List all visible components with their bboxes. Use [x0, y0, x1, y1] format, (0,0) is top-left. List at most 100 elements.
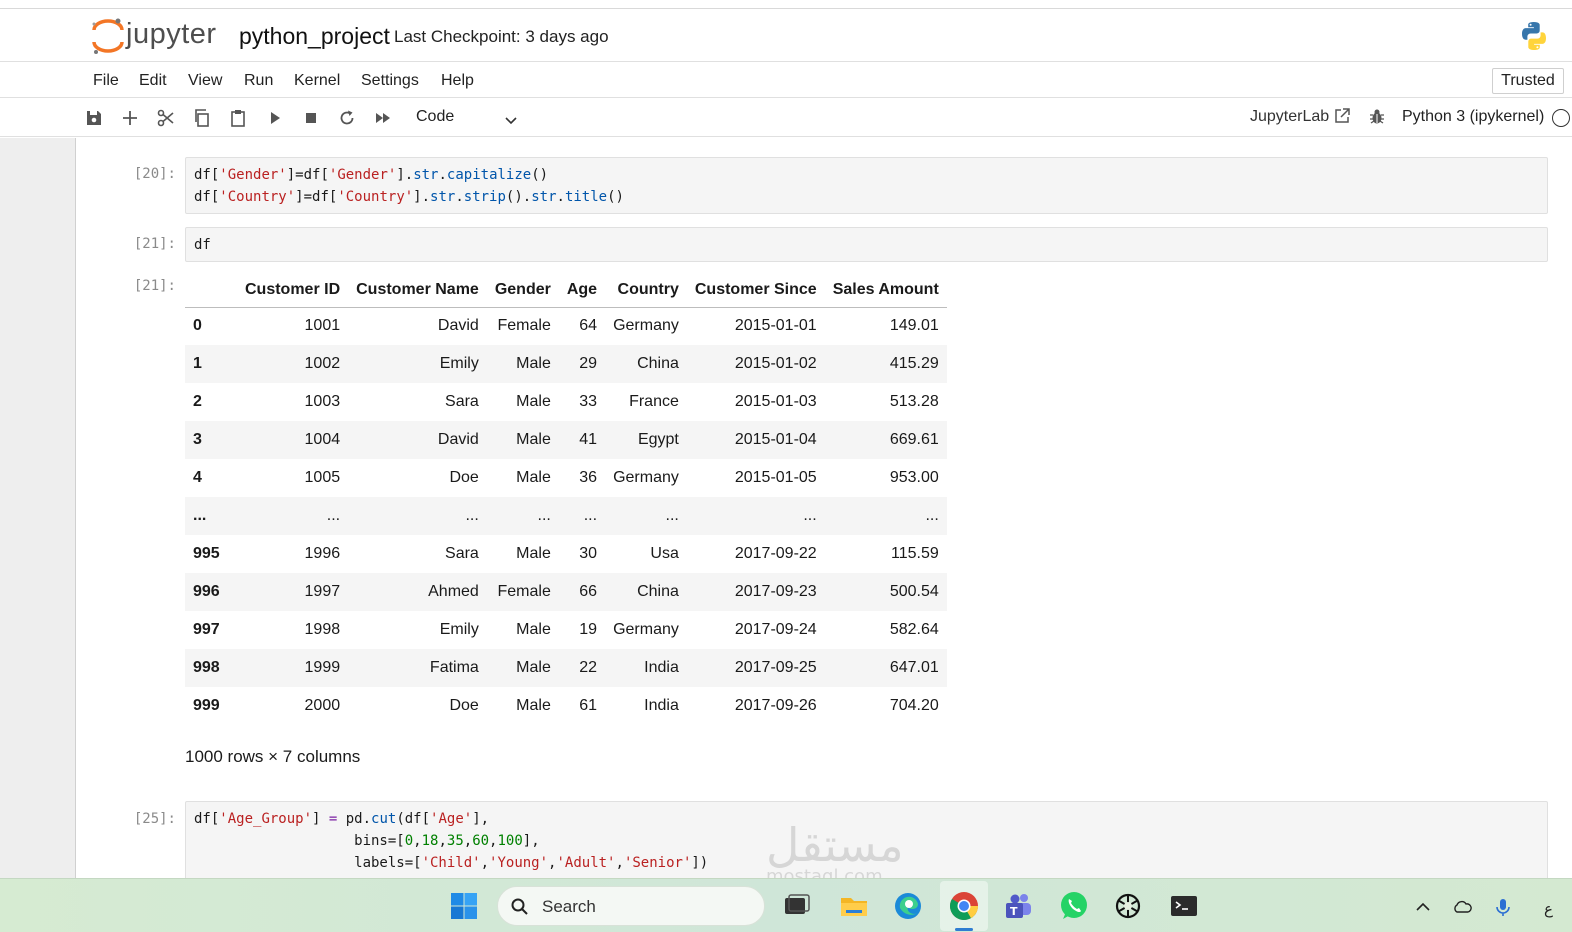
- table-cell: Doe: [449, 697, 479, 714]
- notebook-toolbar: Code JupyterLab Python 3 (ipykernel): [0, 99, 1572, 137]
- cut-icon[interactable]: [156, 108, 176, 128]
- table-cell: Male: [516, 393, 551, 410]
- menu-kernel[interactable]: Kernel: [294, 72, 340, 90]
- external-link-icon[interactable]: [1333, 107, 1351, 125]
- open-jupyterlab-link[interactable]: JupyterLab: [1250, 108, 1329, 126]
- table-cell: Germany: [613, 317, 679, 335]
- table-cell: 704.20: [889, 697, 939, 714]
- notebook-area: [20]: df['Gender']=df['Gender'].str.capi…: [0, 138, 1572, 878]
- table-cell: Male: [516, 659, 551, 676]
- menu-view[interactable]: View: [188, 72, 222, 90]
- menu-file[interactable]: File: [93, 72, 119, 90]
- dataframe-shape: 1000 rows × 7 columns: [185, 747, 361, 766]
- table-cell: 2015-01-04: [734, 431, 817, 448]
- fast-forward-icon[interactable]: [373, 108, 393, 128]
- column-header-index: [185, 273, 237, 307]
- table-cell: 1005: [304, 469, 341, 486]
- table-cell: 1003: [304, 393, 341, 410]
- kernel-status-icon: [1552, 109, 1570, 127]
- cell-20-code[interactable]: df['Gender']=df['Gender'].str.capitalize…: [186, 158, 1547, 214]
- table-cell: Ahmed: [428, 583, 479, 600]
- table-cell: 33: [579, 393, 598, 410]
- row-index: 3: [193, 431, 202, 448]
- table-cell: 647.01: [889, 659, 939, 676]
- table-cell: 1997: [304, 583, 341, 600]
- restart-icon[interactable]: [337, 108, 357, 128]
- chevron-down-icon[interactable]: [503, 112, 519, 128]
- save-icon[interactable]: [84, 108, 104, 128]
- table-cell: 669.61: [889, 431, 939, 448]
- task-view-icon[interactable]: [781, 890, 813, 922]
- terminal-icon[interactable]: [1168, 890, 1200, 922]
- table-cell: 149.01: [889, 317, 939, 335]
- copy-icon[interactable]: [192, 108, 212, 128]
- search-placeholder: Search: [542, 897, 596, 916]
- chatgpt-icon[interactable]: [1112, 890, 1144, 922]
- table-cell: 22: [579, 659, 598, 676]
- menu-edit[interactable]: Edit: [139, 72, 167, 90]
- windows-start-icon[interactable]: [448, 890, 480, 922]
- table-cell: 2017-09-22: [734, 545, 817, 562]
- table-cell: 582.64: [889, 621, 939, 638]
- folder-icon[interactable]: [838, 890, 870, 922]
- table-cell: India: [644, 659, 679, 676]
- column-header: Sales Amount: [832, 280, 939, 298]
- row-index: 998: [193, 659, 220, 676]
- row-index: 997: [193, 621, 220, 638]
- table-cell: 36: [579, 469, 598, 486]
- row-index: ...: [193, 507, 207, 524]
- cell-21-output-prompt: [21]:: [133, 278, 176, 294]
- table-row: 996 1997 Ahmed Female 66 China 2017-09-23 500.5…: [185, 573, 947, 611]
- table-cell: 1996: [304, 545, 341, 562]
- trusted-indicator[interactable]: Trusted: [1492, 68, 1564, 94]
- table-cell: 1004: [304, 431, 341, 448]
- table-cell: 2017-09-25: [734, 659, 817, 676]
- table-cell: 2015-01-05: [734, 469, 817, 486]
- input-language-indicator[interactable]: ع: [1544, 900, 1553, 918]
- chrome-icon[interactable]: [948, 890, 980, 922]
- column-header: Age: [566, 280, 598, 298]
- menu-run[interactable]: Run: [244, 72, 273, 90]
- table-cell: Male: [516, 355, 551, 372]
- cell-type-select[interactable]: Code: [416, 108, 454, 126]
- chevron-up-icon[interactable]: [1413, 897, 1433, 917]
- table-cell: Female: [497, 317, 551, 335]
- cell-20-input[interactable]: df['Gender']=df['Gender'].str.capitalize…: [185, 157, 1548, 214]
- teams-icon[interactable]: T: [1002, 890, 1034, 922]
- table-cell: 2000: [304, 697, 341, 714]
- table-cell: Fatima: [429, 659, 479, 676]
- onedrive-cloud-icon[interactable]: [1452, 897, 1472, 917]
- kernel-name[interactable]: Python 3 (ipykernel): [1402, 108, 1544, 126]
- add-cell-icon[interactable]: [120, 108, 140, 128]
- cell-21-code[interactable]: df: [186, 228, 1547, 262]
- search-highlight-image: [703, 890, 761, 924]
- column-header: Country: [617, 280, 679, 298]
- table-cell: China: [637, 355, 679, 372]
- run-icon[interactable]: [265, 108, 285, 128]
- table-cell: 1001: [304, 317, 341, 335]
- table-cell: Emily: [439, 355, 479, 372]
- whatsapp-icon[interactable]: [1058, 890, 1090, 922]
- cell-25-prompt: [25]:: [133, 811, 176, 827]
- paste-icon[interactable]: [228, 108, 248, 128]
- taskbar-search[interactable]: Search: [497, 886, 765, 926]
- table-row: 3 1004 David Male 41 Egypt 2015-01-04 669.61: [185, 421, 947, 459]
- table-cell: Male: [516, 697, 551, 714]
- menu-bar: File Edit View Run Kernel Settings Help …: [0, 63, 1572, 98]
- table-cell: 1998: [304, 621, 341, 638]
- microphone-icon[interactable]: [1493, 897, 1513, 917]
- table-header-row: Customer ID Customer Name Gender Age Cou…: [185, 273, 947, 307]
- table-cell: ...: [925, 507, 939, 524]
- notebook-title[interactable]: python_project: [239, 23, 390, 50]
- edge-icon[interactable]: [892, 890, 924, 922]
- menu-help[interactable]: Help: [441, 72, 474, 90]
- stop-icon[interactable]: [301, 108, 321, 128]
- menu-settings[interactable]: Settings: [361, 72, 419, 90]
- table-cell: Germany: [613, 469, 679, 486]
- watermark-subtext: mostaql.com: [766, 866, 883, 878]
- debugger-bug-icon[interactable]: [1368, 108, 1386, 126]
- row-index: 996: [193, 583, 220, 600]
- table-cell: 1999: [304, 659, 341, 676]
- column-header: Customer ID: [245, 280, 341, 298]
- cell-21-input[interactable]: df: [185, 227, 1548, 262]
